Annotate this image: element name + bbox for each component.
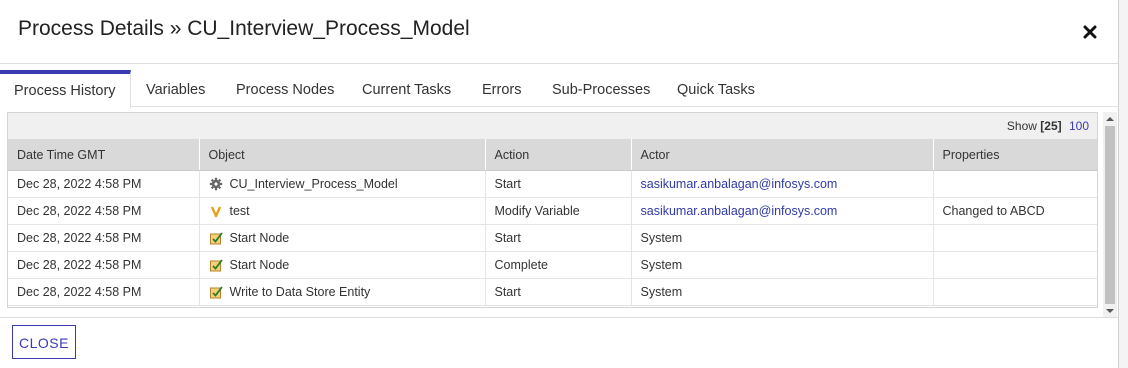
close-button[interactable]: CLOSE	[12, 325, 76, 359]
tab-bar: Process History Variables Process Nodes …	[0, 70, 1118, 108]
page-size-selector: Show [25] 100	[1007, 119, 1089, 133]
cell-object: test	[199, 197, 486, 225]
object-name: Write to Data Store Entity	[229, 285, 371, 299]
pager-bar: Show [25] 100	[8, 113, 1097, 139]
column-header-object[interactable]: Object	[199, 139, 486, 171]
cell-object: CU_Interview_Process_Model	[199, 170, 486, 198]
object-name: test	[229, 204, 250, 218]
node-icon	[209, 286, 223, 299]
tab-process-nodes[interactable]: Process Nodes	[236, 71, 334, 107]
table-row[interactable]: Dec 28, 2022 4:58 PM Write to Data Store…	[8, 278, 1097, 306]
process-details-dialog: Process Details » CU_Interview_Process_M…	[0, 0, 1119, 368]
page-scroll-gutter	[1119, 0, 1128, 368]
cell-actor[interactable]: sasikumar.anbalagan@infosys.com	[631, 170, 934, 198]
history-panel: Show [25] 100 Date Time GMT Object Actio…	[7, 112, 1098, 308]
cell-date: Dec 28, 2022 4:58 PM	[8, 197, 200, 225]
table-header-row: Date Time GMT Object Action Actor Proper…	[8, 139, 1097, 171]
object-name: CU_Interview_Process_Model	[229, 177, 398, 191]
table-row[interactable]: Dec 28, 2022 4:58 PM test Modify Variabl…	[8, 197, 1097, 225]
column-header-properties[interactable]: Properties	[933, 139, 1097, 171]
cell-action: Start	[485, 224, 632, 252]
scroll-down-icon[interactable]	[1106, 307, 1114, 315]
gear-icon	[209, 177, 222, 191]
table-row[interactable]: Dec 28, 2022 4:58 PM Start Node Complete…	[8, 251, 1097, 279]
cell-object: Start Node	[199, 251, 486, 279]
cell-date: Dec 28, 2022 4:58 PM	[8, 251, 200, 279]
header-divider	[0, 63, 1118, 64]
cell-properties	[933, 170, 1097, 198]
cell-actor: System	[631, 224, 934, 252]
cell-properties	[933, 224, 1097, 252]
cell-date: Dec 28, 2022 4:58 PM	[8, 170, 200, 198]
page-size-current: [25]	[1040, 119, 1062, 133]
node-icon	[209, 232, 223, 245]
tab-divider	[131, 106, 1118, 107]
cell-actor: System	[631, 278, 934, 306]
cell-properties	[933, 278, 1097, 306]
cell-action: Start	[485, 170, 632, 198]
tab-current-tasks[interactable]: Current Tasks	[362, 71, 451, 107]
tab-errors[interactable]: Errors	[482, 71, 521, 107]
table-row[interactable]: Dec 28, 2022 4:58 PM CU_Interview_Proces…	[8, 170, 1097, 198]
cell-date: Dec 28, 2022 4:58 PM	[8, 224, 200, 252]
tab-variables[interactable]: Variables	[146, 71, 205, 107]
table-row[interactable]: Dec 28, 2022 4:58 PM Start Node Start Sy…	[8, 224, 1097, 252]
vertical-scrollbar[interactable]	[1103, 112, 1117, 318]
column-header-action[interactable]: Action	[485, 139, 632, 171]
cell-action: Start	[485, 278, 632, 306]
scroll-up-icon[interactable]	[1106, 115, 1114, 123]
history-table: Date Time GMT Object Action Actor Proper…	[8, 139, 1097, 306]
cell-object: Start Node	[199, 224, 486, 252]
object-name: Start Node	[229, 231, 290, 245]
tab-process-history[interactable]: Process History	[0, 70, 131, 108]
footer-divider	[0, 317, 1118, 318]
cell-action: Modify Variable	[485, 197, 632, 225]
cell-object: Write to Data Store Entity	[199, 278, 486, 306]
show-label: Show	[1006, 119, 1037, 133]
cell-actor[interactable]: sasikumar.anbalagan@infosys.com	[631, 197, 934, 225]
object-name: Start Node	[229, 258, 290, 272]
column-header-date[interactable]: Date Time GMT	[8, 139, 200, 171]
cell-date: Dec 28, 2022 4:58 PM	[8, 278, 200, 306]
variable-icon	[210, 206, 221, 218]
cell-actor: System	[631, 251, 934, 279]
dialog-title: Process Details » CU_Interview_Process_M…	[18, 17, 470, 40]
page-size-100-link[interactable]: 100	[1069, 119, 1089, 133]
node-icon	[209, 259, 223, 272]
cell-action: Complete	[485, 251, 632, 279]
tab-quick-tasks[interactable]: Quick Tasks	[677, 71, 755, 107]
cell-properties	[933, 251, 1097, 279]
cell-properties: Changed to ABCD	[933, 197, 1097, 225]
column-header-actor[interactable]: Actor	[631, 139, 934, 171]
scrollbar-thumb[interactable]	[1105, 126, 1115, 304]
tab-sub-processes[interactable]: Sub-Processes	[552, 71, 650, 107]
close-icon[interactable]	[1080, 21, 1100, 43]
